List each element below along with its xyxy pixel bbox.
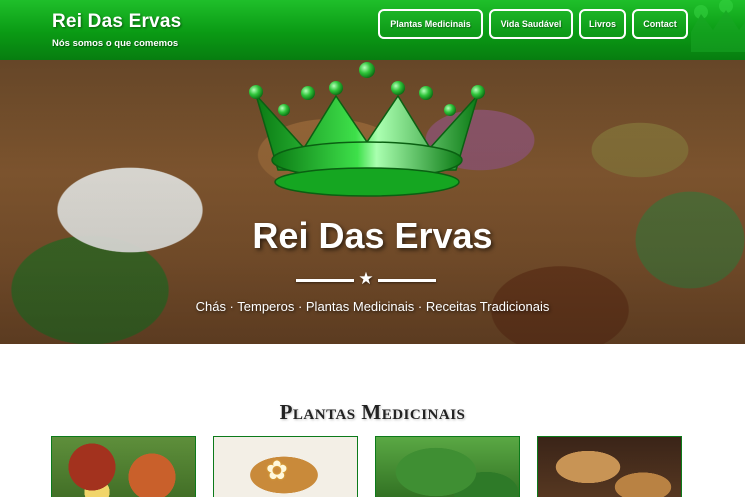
green-leaves-image[interactable]	[375, 436, 520, 497]
brand-tagline: Nós somos o que comemos	[52, 38, 179, 49]
divider-line-right	[378, 279, 436, 282]
section-title: Plantas Medicinais	[279, 400, 466, 424]
tea-with-lemon-image[interactable]	[51, 436, 196, 497]
ginger-root-image[interactable]	[537, 436, 682, 497]
chamomile-tea-image[interactable]: ✿	[213, 436, 358, 497]
star-icon: ★	[358, 269, 374, 288]
main-nav: Plantas Medicinais Vida Saudável Livros …	[378, 9, 688, 39]
chamomile-flower-icon: ✿	[266, 455, 288, 485]
nav-plantas-medicinais-button[interactable]: Plantas Medicinais	[378, 9, 483, 39]
divider-line-left	[296, 279, 354, 282]
crown-icon	[249, 62, 485, 197]
brand[interactable]: Rei Das Ervas Nós somos o que comemos	[52, 11, 181, 49]
hero-title: Rei Das Ervas	[252, 215, 493, 256]
nav-contact-button[interactable]: Contact	[632, 9, 688, 39]
hero-banner: Rei Das Ervas ★ Chás · Temperos · Planta…	[0, 60, 745, 344]
hero-subtitle: Chás · Temperos · Plantas Medicinais · R…	[195, 299, 550, 314]
nav-vida-saudavel-button[interactable]: Vida Saudável	[489, 9, 573, 39]
crown-decoration-icon	[691, 0, 745, 52]
hero-divider: ★	[296, 269, 436, 288]
brand-title: Rei Das Ervas	[52, 11, 182, 32]
plant-card-grid: ✿	[51, 436, 682, 497]
navbar: Rei Das Ervas Nós somos o que comemos Pl…	[0, 0, 745, 60]
nav-livros-button[interactable]: Livros	[579, 9, 626, 39]
